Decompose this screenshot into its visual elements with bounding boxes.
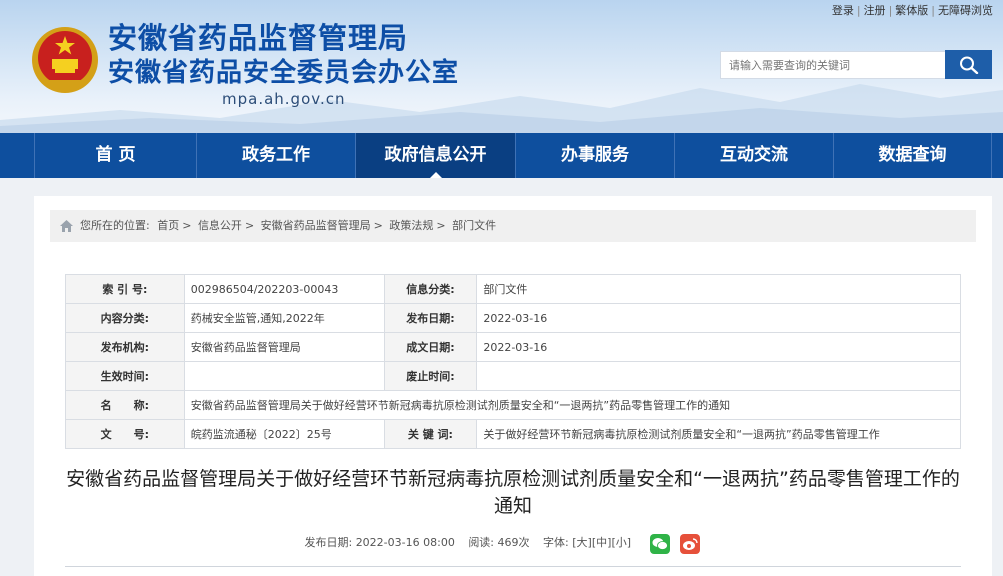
- publish-date-value: 2022-03-16: [476, 303, 961, 333]
- site-domain: mpa.ah.gov.cn: [222, 90, 346, 108]
- search-button[interactable]: [945, 50, 992, 79]
- main-nav: 首 页 政务工作 政府信息公开 办事服务 互动交流 数据查询: [0, 133, 1003, 178]
- site-header: 安徽省药品监督管理局 安徽省药品安全委员会办公室 mpa.ah.gov.cn 登…: [0, 0, 1003, 133]
- info-table: 索 引 号: 002986504/202203-00043 信息分类: 部门文件…: [65, 274, 962, 449]
- national-emblem-icon: [32, 27, 98, 93]
- nav-home[interactable]: 首 页: [34, 133, 196, 178]
- divider: [65, 566, 961, 567]
- views-label: 阅读:: [468, 536, 495, 549]
- weibo-icon: [683, 538, 698, 550]
- breadcrumb: 您所在的位置: 首页 > 信息公开 > 安徽省药品监督管理局 > 政策法规 > 部门文件: [50, 210, 976, 242]
- category-label: 信息分类:: [383, 274, 478, 304]
- breadcrumb-prefix: 您所在的位置:: [80, 219, 150, 232]
- keywords-label: 关 键 词:: [383, 419, 478, 449]
- topic-label: 内容分类:: [65, 303, 185, 333]
- nav-label: 办事服务: [561, 145, 629, 165]
- top-links: 登录 | 注册 | 繁体版 | 无障碍浏览: [832, 3, 993, 19]
- nav-label: 政府信息公开: [384, 145, 487, 165]
- docno-label: 文 号:: [65, 419, 185, 449]
- index-label: 索 引 号:: [65, 274, 185, 304]
- traditional-chinese-link[interactable]: 繁体版: [895, 4, 928, 17]
- share-weibo-button[interactable]: [680, 534, 700, 554]
- name-value: 安徽省药品监督管理局关于做好经营环节新冠病毒抗原检测试剂质量安全和“一退两抗”药…: [183, 390, 962, 420]
- article-meta: 发布日期: 2022-03-16 08:00 阅读: 469次 字体: [大][…: [0, 535, 1003, 551]
- login-link[interactable]: 登录: [832, 4, 854, 17]
- views-value: 469次: [497, 536, 530, 549]
- nav-label: 数据查询: [878, 145, 947, 165]
- nav-info-disclosure[interactable]: 政府信息公开: [355, 133, 515, 178]
- publish-time: 2022-03-16 08:00: [355, 536, 455, 549]
- font-medium-button[interactable]: [中]: [592, 536, 612, 549]
- nav-data-query[interactable]: 数据查询: [833, 133, 992, 178]
- name-label: 名 称:: [65, 390, 185, 420]
- created-date-label: 成文日期:: [383, 332, 478, 362]
- wechat-icon: [652, 538, 668, 550]
- search-input[interactable]: [720, 51, 946, 79]
- publish-date-label: 发布日期:: [383, 303, 478, 333]
- breadcrumb-separator: >: [373, 219, 383, 232]
- font-size-label: 字体:: [543, 536, 569, 549]
- effective-label: 生效时间:: [65, 361, 185, 391]
- separator: |: [888, 4, 893, 17]
- org-label: 发布机构:: [65, 332, 185, 362]
- register-link[interactable]: 注册: [864, 4, 886, 17]
- home-icon: [60, 220, 73, 232]
- docno-value: 皖药监流通秘〔2022〕25号: [183, 419, 385, 449]
- site-title: 安徽省药品监督管理局: [108, 21, 409, 55]
- font-small-button[interactable]: [小]: [611, 536, 631, 549]
- nav-label: 首 页: [95, 145, 136, 165]
- share-wechat-button[interactable]: [650, 534, 670, 554]
- font-large-button[interactable]: [大]: [572, 536, 592, 549]
- breadcrumb-home[interactable]: 首页: [157, 219, 179, 232]
- accessible-browse-link[interactable]: 无障碍浏览: [938, 4, 993, 17]
- table-row: 发布机构: 安徽省药品监督管理局 成文日期: 2022-03-16: [65, 332, 961, 362]
- created-date-value: 2022-03-16: [476, 332, 961, 362]
- expire-value: [476, 361, 961, 391]
- nav-interaction[interactable]: 互动交流: [674, 133, 833, 178]
- category-value: 部门文件: [476, 274, 961, 304]
- nav-label: 政务工作: [242, 145, 310, 165]
- effective-value: [183, 361, 385, 391]
- breadcrumb-info[interactable]: 信息公开: [198, 219, 242, 232]
- site-subtitle: 安徽省药品安全委员会办公室: [108, 58, 460, 88]
- breadcrumb-separator: >: [436, 219, 446, 232]
- nav-services[interactable]: 办事服务: [515, 133, 674, 178]
- table-row: 文 号: 皖药监流通秘〔2022〕25号 关 键 词: 关于做好经营环节新冠病毒…: [65, 419, 961, 449]
- nav-label: 互动交流: [720, 145, 788, 165]
- search-icon: [960, 56, 979, 74]
- breadcrumb-bureau[interactable]: 安徽省药品监督管理局: [261, 219, 371, 232]
- separator: |: [931, 4, 935, 17]
- topic-value: 药械安全监管,通知,2022年: [183, 303, 385, 333]
- keywords-value: 关于做好经营环节新冠病毒抗原检测试剂质量安全和“一退两抗”药品零售管理工作: [476, 419, 961, 449]
- table-row: 名 称: 安徽省药品监督管理局关于做好经营环节新冠病毒抗原检测试剂质量安全和“一…: [65, 390, 962, 420]
- breadcrumb-policy[interactable]: 政策法规: [389, 219, 433, 232]
- publish-label: 发布日期:: [304, 536, 353, 549]
- breadcrumb-dept-docs[interactable]: 部门文件: [452, 219, 496, 232]
- breadcrumb-separator: >: [244, 219, 255, 232]
- index-value: 002986504/202203-00043: [183, 274, 385, 304]
- nav-government-affairs[interactable]: 政务工作: [196, 133, 355, 178]
- table-row: 生效时间: 废止时间:: [65, 361, 961, 391]
- expire-label: 废止时间:: [383, 361, 478, 391]
- table-row: 内容分类: 药械安全监管,通知,2022年 发布日期: 2022-03-16: [65, 303, 961, 333]
- article-title: 安徽省药品监督管理局关于做好经营环节新冠病毒抗原检测试剂质量安全和“一退两抗”药…: [66, 468, 960, 517]
- separator: |: [856, 4, 861, 17]
- table-row: 索 引 号: 002986504/202203-00043 信息分类: 部门文件: [65, 274, 961, 304]
- org-value: 安徽省药品监督管理局: [183, 332, 385, 362]
- breadcrumb-separator: >: [182, 219, 192, 232]
